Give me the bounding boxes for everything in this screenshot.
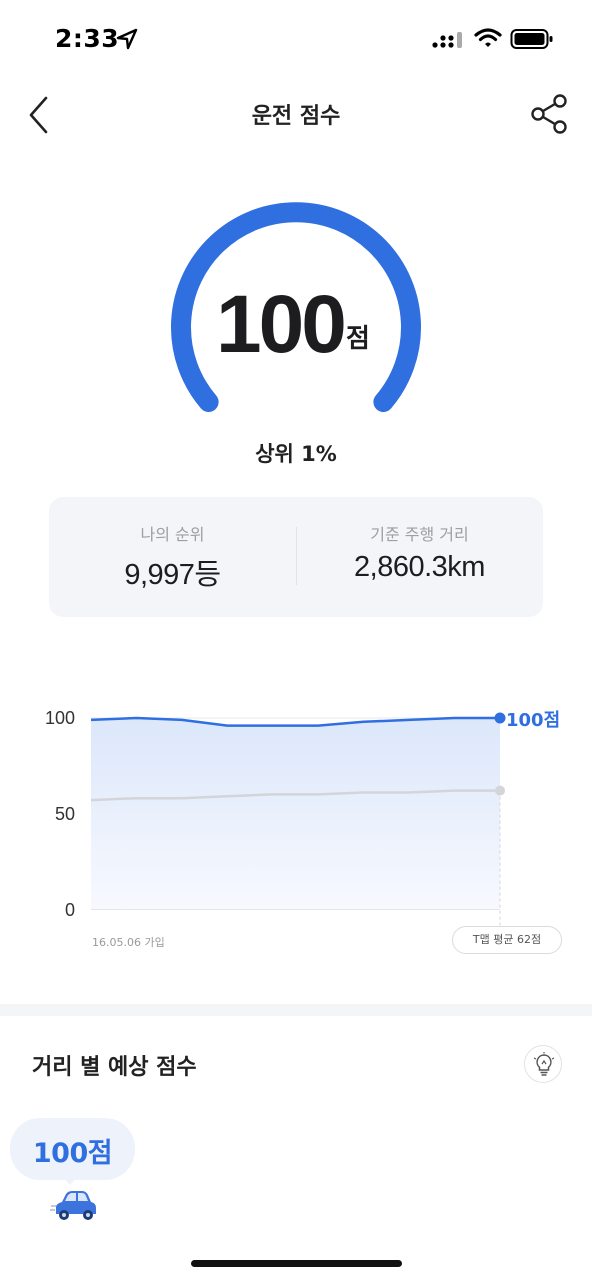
chart-end-label: 100점 [506,710,561,731]
lightbulb-icon [533,1052,555,1076]
wifi-icon [474,28,502,47]
stats-card: 나의 순위 9,997등 기준 주행 거리 2,860.3km [49,497,543,617]
section-title: 거리 별 예상 점수 [32,1055,197,1080]
user-score-area [91,718,500,909]
cellular-signal-icon [432,32,462,48]
share-icon [531,94,567,134]
score-unit: 점 [346,324,370,354]
nav-bar: 운전 점수 [0,78,592,150]
average-badge: T맵 평균 62점 [452,926,562,954]
bubble-tail [62,1176,78,1185]
y-tick-0: 0 [65,900,76,920]
rank-percent: 상위 1% [255,442,337,466]
section-divider [0,1004,592,1016]
user-end-point [494,712,506,724]
battery-icon [510,29,553,49]
my-rank: 나의 순위 9,997등 [49,521,296,593]
expected-score-value: 100점 [32,1138,113,1169]
average-end-point [495,785,505,796]
page-title: 운전 점수 [251,104,341,129]
tip-button[interactable] [524,1045,562,1083]
location-arrow-icon [116,28,138,50]
chart-start-label: 16.05.06 가입 [92,936,165,949]
status-bar: 2:33 [0,0,592,78]
score-value: 100 [216,279,347,370]
y-tick-100: 100 [45,708,76,728]
car-icon [50,1191,96,1220]
expected-score-bubble: 100점 [10,1118,135,1180]
driving-distance-label: 기준 주행 거리 [370,525,469,544]
score-history-chart: 100 50 0 100점 16.05.06 가입 T맵 평균 62점 [0,690,592,970]
my-rank-value: 9,997등 [124,559,221,591]
share-button[interactable] [528,92,572,136]
status-time: 2:33 [55,24,120,53]
home-indicator [191,1260,402,1267]
my-rank-label: 나의 순위 [140,525,205,544]
y-tick-50: 50 [55,804,76,824]
driving-distance: 기준 주행 거리 2,860.3km [296,521,543,584]
driving-distance-value: 2,860.3km [354,551,485,583]
